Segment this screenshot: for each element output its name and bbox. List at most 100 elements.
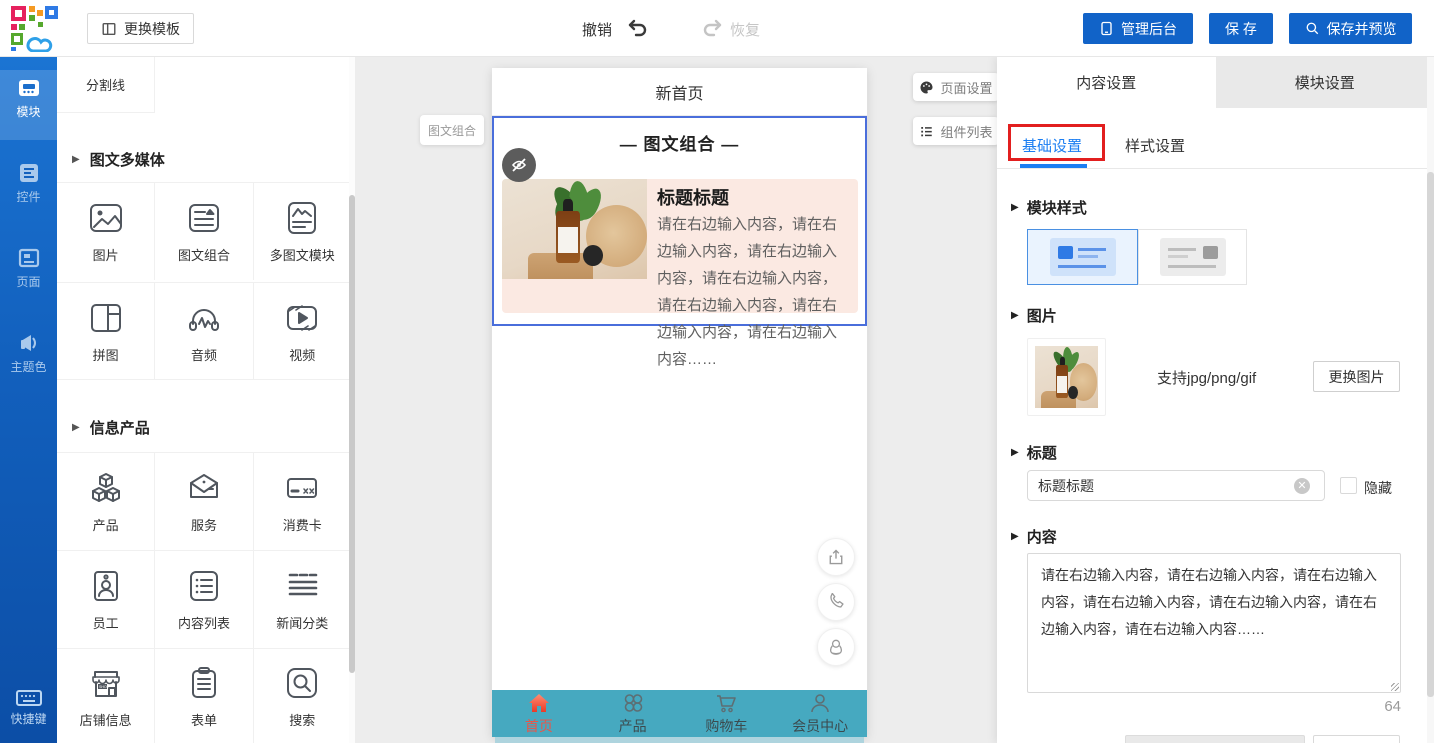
component-item-audio[interactable]: 音频 <box>155 283 253 379</box>
component-item-consume-card[interactable]: 消费卡 <box>254 453 352 550</box>
main-sidebar: 模块 控件 页面 主题色 <box>0 57 57 743</box>
save-button[interactable]: 保 存 <box>1209 13 1273 44</box>
change-template-label: 更换模板 <box>124 19 180 39</box>
tab-member-center[interactable]: 会员中心 <box>773 690 867 737</box>
admin-backend-button[interactable]: 管理后台 <box>1083 13 1193 44</box>
image-thumbnail[interactable] <box>1027 338 1106 416</box>
section-title: 信息产品 <box>90 417 150 438</box>
style-thumb-image-left <box>1050 238 1116 276</box>
undo-label[interactable]: 撤销 <box>582 19 612 40</box>
card-title: 标题标题 <box>657 184 729 210</box>
section-header-info-products[interactable]: ▶ 信息产品 <box>72 417 150 438</box>
component-item-news-category[interactable]: 新闻分类 <box>254 551 352 648</box>
video-icon <box>283 299 321 337</box>
change-template-button[interactable]: 更换模板 <box>87 13 194 44</box>
component-item-collage[interactable]: 拼图 <box>57 283 155 379</box>
qq-fab[interactable] <box>817 628 855 666</box>
caret-icon: ▶ <box>1011 310 1019 321</box>
module-style-option-image-left[interactable] <box>1027 229 1138 285</box>
home-icon <box>527 692 551 714</box>
undo-icon[interactable] <box>626 16 650 40</box>
hide-checkbox-label: 隐藏 <box>1364 478 1392 498</box>
caret-icon: ▶ <box>1011 202 1019 213</box>
share-fab[interactable] <box>817 538 855 576</box>
change-image-button[interactable]: 更换图片 <box>1313 361 1400 392</box>
modules-icon <box>17 77 41 99</box>
component-item-shop-info[interactable]: SHOP 店铺信息 <box>57 649 155 743</box>
section-header-media[interactable]: ▶ 图文多媒体 <box>72 149 165 170</box>
subtab-basic-settings[interactable]: 基础设置 <box>1022 135 1082 156</box>
component-item-label: 音频 <box>191 345 217 364</box>
textarea-resize-handle[interactable] <box>1391 683 1399 691</box>
sidebar-item-pages[interactable]: 页面 <box>0 247 57 290</box>
component-item-divider[interactable]: 分割线 <box>57 57 155 113</box>
tab-content-settings[interactable]: 内容设置 <box>997 57 1216 108</box>
phone-page-header: 新首页 <box>492 68 867 116</box>
partial-button-below[interactable] <box>1313 735 1400 743</box>
scrollbar-thumb[interactable] <box>1427 172 1434 697</box>
page-settings-label: 页面设置 <box>940 78 992 97</box>
tab-home[interactable]: 首页 <box>492 690 586 737</box>
component-list-label: 组件列表 <box>940 122 992 141</box>
component-list-button[interactable]: 组件列表 <box>913 117 999 145</box>
phone-tabbar: 首页 产品 购物车 <box>492 690 867 737</box>
component-item-label: 内容列表 <box>178 613 230 632</box>
page-settings-button[interactable]: 页面设置 <box>913 73 999 101</box>
staff-badge-icon <box>87 567 125 605</box>
sidebar-item-label: 模块 <box>0 103 57 120</box>
content-textarea[interactable]: 请在右边输入内容，请在右边输入内容，请在右边输入内容，请在右边输入内容，请在右边… <box>1027 553 1401 693</box>
component-item-label: 新闻分类 <box>276 613 328 632</box>
component-item-product[interactable]: 产品 <box>57 453 155 550</box>
admin-panel-icon <box>1099 21 1114 36</box>
pages-icon <box>17 247 41 269</box>
tab-cart[interactable]: 购物车 <box>680 690 774 737</box>
component-item-image[interactable]: 图片 <box>57 183 155 280</box>
news-category-icon <box>283 567 321 605</box>
component-item-service[interactable]: 服务 <box>155 453 253 550</box>
redo-icon[interactable] <box>700 16 724 40</box>
sidebar-item-theme-color[interactable]: 主题色 <box>0 332 57 375</box>
sidebar-item-modules[interactable]: 模块 <box>0 77 57 120</box>
phone-bottom-strip <box>495 737 864 743</box>
caret-icon: ▶ <box>72 154 80 165</box>
sidebar-item-label: 页面 <box>0 273 57 290</box>
component-item-image-text[interactable]: 图文组合 <box>155 183 253 280</box>
card-photo <box>502 179 647 279</box>
component-item-multi-image-text[interactable]: 多图文模块 <box>254 183 352 280</box>
subtab-style-settings[interactable]: 样式设置 <box>1125 135 1185 156</box>
scrollbar-thumb[interactable] <box>349 195 355 673</box>
app-window: 更换模板 撤销 恢复 管理后台 保 存 <box>0 0 1434 743</box>
caret-icon: ▶ <box>1011 531 1019 542</box>
phone-fab[interactable] <box>817 583 855 621</box>
component-panel-scrollbar[interactable] <box>349 57 355 743</box>
component-item-label: 图片 <box>93 245 119 264</box>
component-item-staff[interactable]: 员工 <box>57 551 155 648</box>
hide-checkbox[interactable] <box>1340 477 1357 494</box>
module-hidden-badge[interactable] <box>502 148 536 182</box>
component-item-search[interactable]: 搜索 <box>254 649 352 743</box>
component-grid-row: 产品 服务 消费卡 <box>57 452 352 550</box>
component-item-label: 视频 <box>289 345 315 364</box>
tab-label: 内容设置 <box>1076 72 1136 93</box>
sidebar-item-shortcuts[interactable]: 快捷键 <box>0 690 57 727</box>
sidebar-item-widgets[interactable]: 控件 <box>0 162 57 205</box>
tab-module-settings[interactable]: 模块设置 <box>1216 57 1434 108</box>
settings-scrollbar[interactable] <box>1427 57 1434 743</box>
component-item-form[interactable]: 表单 <box>155 649 253 743</box>
component-item-video[interactable]: 视频 <box>254 283 352 379</box>
theme-color-icon <box>17 332 41 354</box>
module-style-option-image-right[interactable] <box>1138 229 1247 285</box>
component-item-label: 消费卡 <box>283 515 322 534</box>
component-item-content-list[interactable]: 内容列表 <box>155 551 253 648</box>
sidebar-item-label: 快捷键 <box>0 710 57 727</box>
title-input[interactable] <box>1027 470 1325 501</box>
qq-icon <box>827 638 845 656</box>
tab-products[interactable]: 产品 <box>586 690 680 737</box>
redo-label[interactable]: 恢复 <box>730 19 760 40</box>
save-preview-button[interactable]: 保存并预览 <box>1289 13 1412 44</box>
partial-input-below[interactable] <box>1125 735 1305 743</box>
selected-module-image-text[interactable]: — 图文组合 — <box>492 116 867 326</box>
clear-input-icon[interactable]: ✕ <box>1294 478 1310 494</box>
sidebar-item-label: 主题色 <box>0 358 57 375</box>
section-title: 图文多媒体 <box>90 149 165 170</box>
